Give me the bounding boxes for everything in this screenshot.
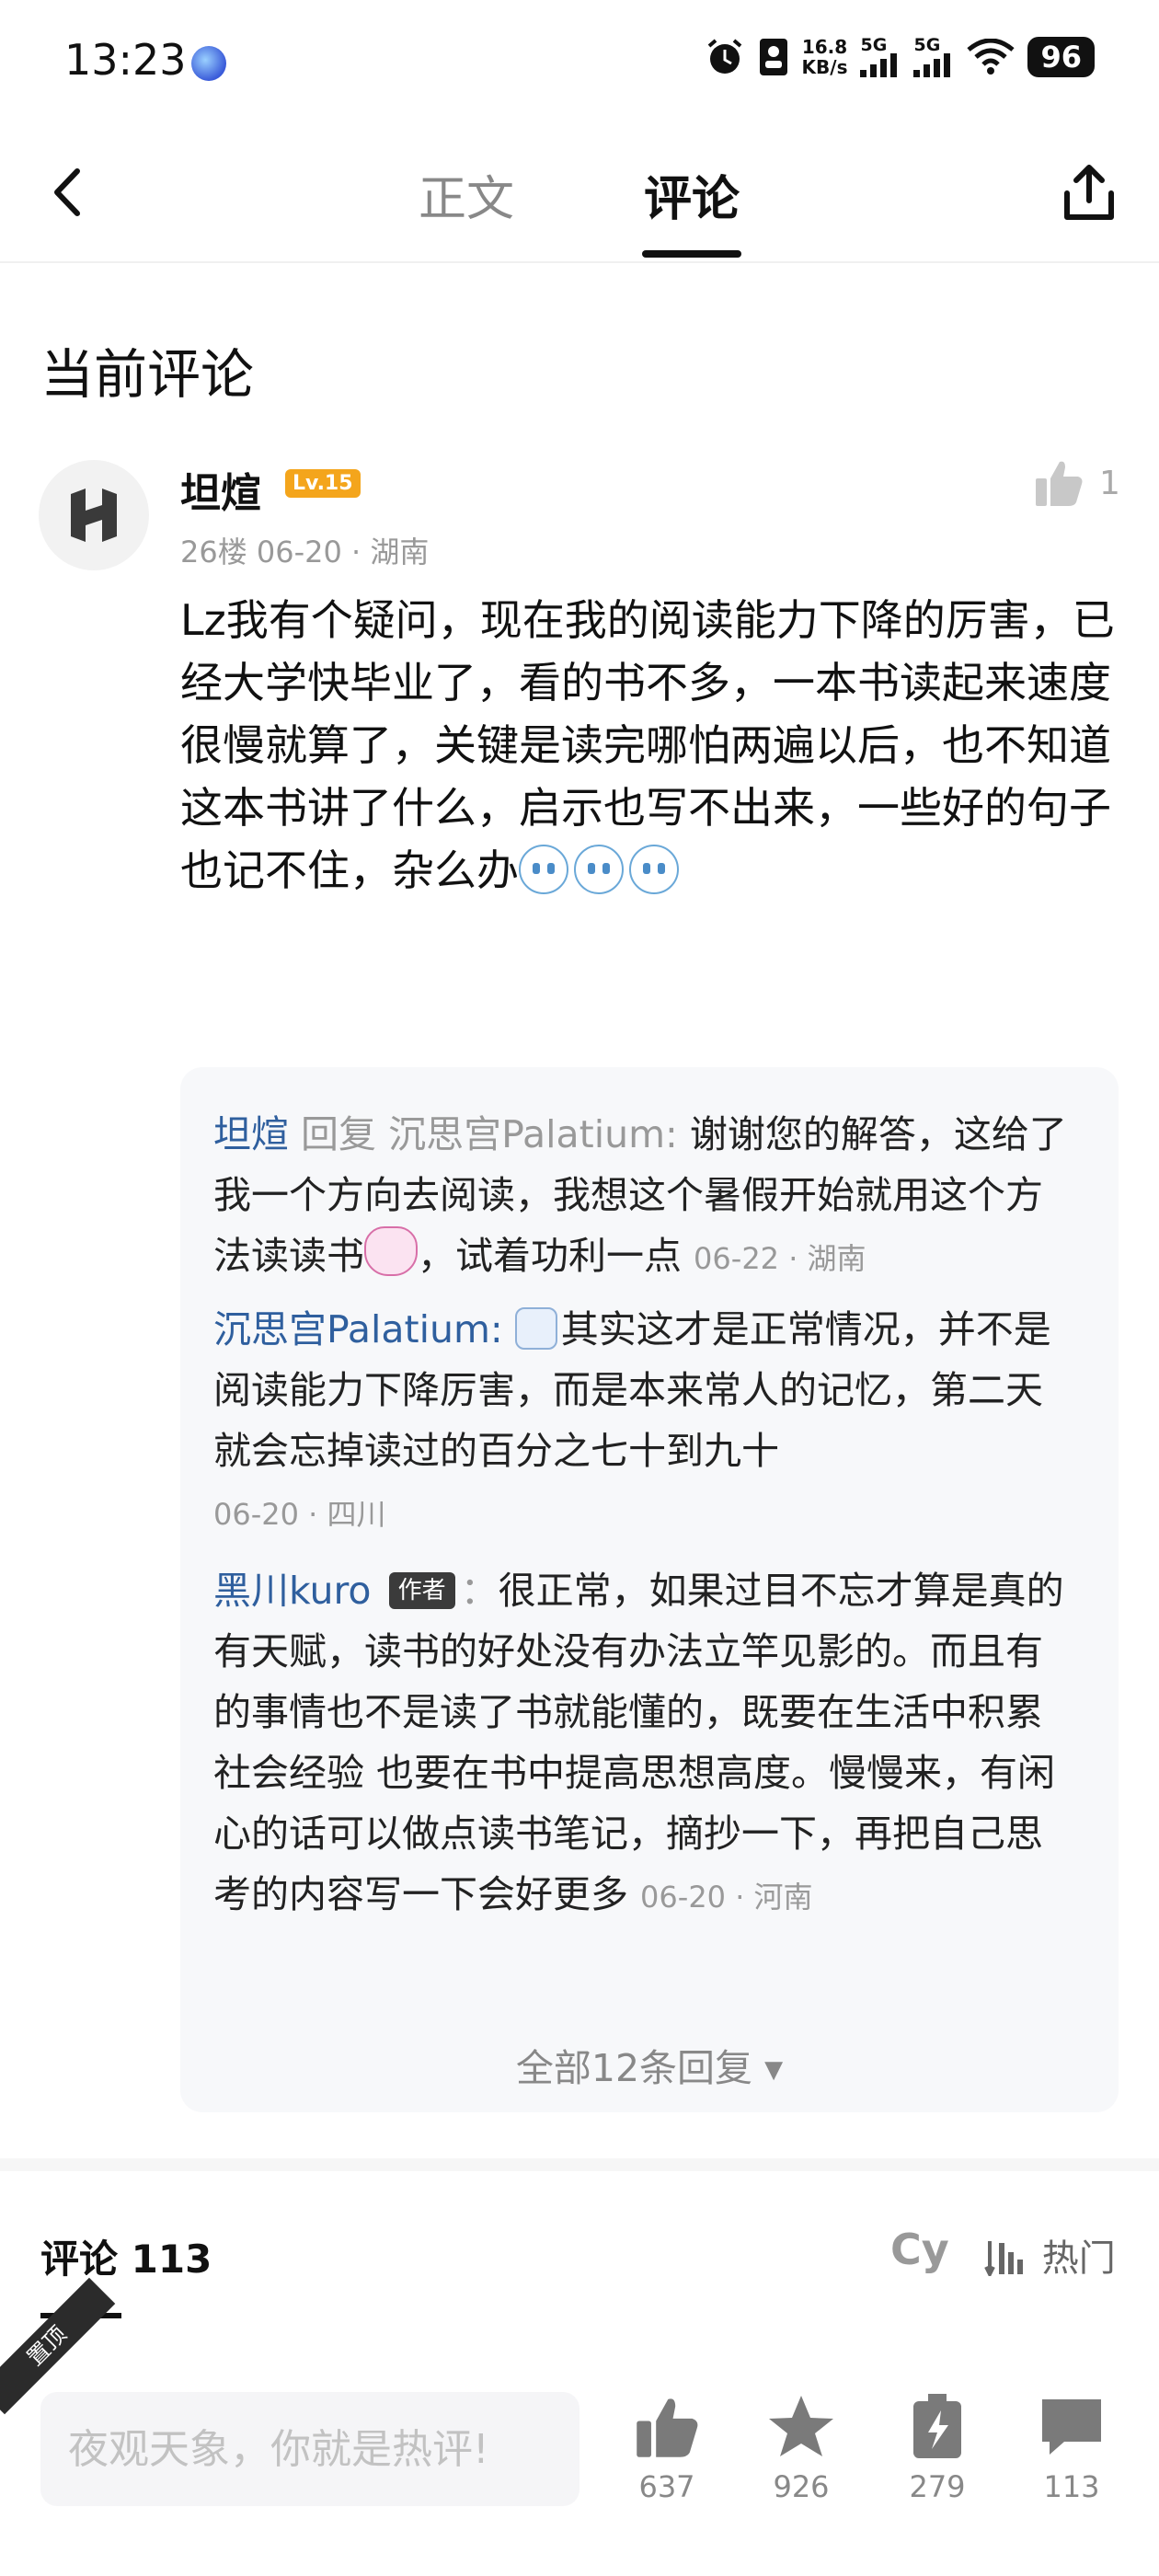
tab-comments[interactable]: 评论 — [644, 160, 740, 229]
network-speed: 16.8 KB/s — [802, 37, 848, 77]
network-type-label: 5G — [860, 35, 888, 55]
reply-time: 06-22 · 湖南 — [694, 1241, 866, 1276]
reply-item[interactable]: 沉思宫Palatium: 其实这才是正常情况，并不是阅读能力下降厉害，而是本来常… — [213, 1299, 1078, 1545]
signal-bars-icon — [913, 53, 951, 77]
reply-item[interactable]: 坦煊 回复 沉思宫Palatium: 谢谢您的解答，这给了我一个方向去阅读，我想… — [213, 1104, 1078, 1289]
comment-button[interactable]: 113 — [1021, 2392, 1122, 2504]
tab-body-text[interactable]: 正文 — [419, 160, 514, 229]
reply-time: 06-20 · 四川 — [213, 1497, 386, 1532]
thumbs-up-icon[interactable] — [1032, 456, 1085, 510]
replies-panel: 坦煊 回复 沉思宫Palatium: 谢谢您的解答，这给了我一个方向去阅读，我想… — [180, 1067, 1119, 2112]
wifi-icon — [967, 39, 1016, 75]
favorite-button[interactable]: 926 — [751, 2392, 852, 2504]
signal-2: 5G — [913, 37, 954, 77]
star-icon — [769, 2396, 833, 2456]
crying-emoji-icon — [574, 845, 624, 894]
bottom-action-bar: 637 926 279 113 — [0, 2392, 1159, 2576]
reply-word: 回复 — [301, 1112, 377, 1156]
crying-emoji-icon — [519, 845, 568, 894]
avatar-logo-icon — [71, 489, 117, 542]
user-level-badge: Lv.15 — [285, 469, 361, 498]
reply-to-user[interactable]: 沉思宫Palatium: — [388, 1112, 678, 1156]
battery-level: 96 — [1027, 37, 1095, 77]
status-time: 13:23 — [64, 35, 187, 85]
reply-colon: ： — [460, 1569, 499, 1613]
top-navigation: 正文 评论 — [0, 129, 1159, 263]
sort-icon — [984, 2241, 1023, 2276]
comment-body: Lz我有个疑问，现在我的阅读能力下降的厉害，已经大学快毕业了，看的书不多，一本书… — [180, 589, 1119, 902]
cy-button[interactable]: Cy — [890, 2225, 949, 2274]
charge-count: 279 — [909, 2469, 966, 2504]
battery-charge-icon — [913, 2394, 961, 2458]
alarm-icon — [707, 39, 741, 74]
reply-text: 很正常，如果过目不忘才算是真的有天赋，读书的好处没有办法立竿见影的。而且有的事情… — [213, 1569, 1064, 1916]
status-icons: 16.8 KB/s 5G 5G 96 — [705, 37, 1095, 77]
like-button[interactable]: 637 — [616, 2392, 717, 2504]
like-count: 637 — [638, 2469, 695, 2504]
comment-count: 113 — [1043, 2469, 1100, 2504]
back-arrow-icon[interactable] — [37, 160, 101, 224]
sort-hot-button[interactable]: 热门 — [984, 2228, 1116, 2282]
reply-username[interactable]: 黑川kuro — [213, 1569, 372, 1613]
charge-button[interactable]: 279 — [887, 2392, 988, 2504]
comment-meta: 26楼 06-20 · 湖南 — [180, 535, 430, 569]
comment-bubble-icon — [1042, 2399, 1101, 2455]
current-comment-title: 当前评论 — [40, 343, 255, 406]
comment-input[interactable] — [40, 2392, 580, 2506]
user-avatar[interactable] — [39, 460, 149, 570]
sort-hot-label: 热门 — [1041, 2237, 1116, 2280]
network-speed-value: 16.8 — [801, 36, 848, 58]
thumbs-up-icon — [637, 2398, 698, 2457]
angry-emoji-icon — [514, 1307, 557, 1350]
caret-down-icon: ▼ — [764, 2056, 784, 2084]
app-notification-icon — [191, 46, 226, 81]
reply-username[interactable]: 坦煊 — [213, 1112, 289, 1156]
favorite-count: 926 — [773, 2469, 830, 2504]
view-all-replies-label: 全部12条回复 — [515, 2046, 753, 2090]
share-icon[interactable] — [1056, 160, 1122, 226]
reply-username[interactable]: 沉思宫Palatium: — [213, 1307, 503, 1351]
network-speed-unit: KB/s — [801, 56, 848, 78]
network-type-label: 5G — [913, 35, 941, 55]
reply-time: 06-20 · 河南 — [640, 1880, 813, 1915]
comment-username[interactable]: 坦煊 — [180, 460, 261, 519]
reply-item[interactable]: 黑川kuro 作者 ：很正常，如果过目不忘才算是真的有天赋，读书的好处没有办法立竿… — [213, 1560, 1078, 1927]
comments-count-title[interactable]: 评论 113 — [40, 2228, 212, 2284]
signal-1: 5G — [860, 37, 901, 77]
reply-text-tail: ，试着功利一点 — [418, 1234, 682, 1278]
author-badge: 作者 — [388, 1572, 455, 1609]
view-all-replies-button[interactable]: 全部12条回复 ▼ — [180, 2037, 1119, 2092]
bunny-emoji-icon — [364, 1226, 418, 1276]
comment-like-count: 1 — [1099, 465, 1120, 502]
contact-card-icon — [759, 39, 787, 75]
signal-bars-icon — [860, 53, 898, 77]
crying-emoji-icon — [629, 845, 679, 894]
comments-header: 评论 113 Cy 热门 — [0, 2158, 1159, 2318]
active-tab-indicator — [642, 250, 741, 258]
status-bar: 13:23 16.8 KB/s 5G 5G 96 — [0, 0, 1159, 129]
